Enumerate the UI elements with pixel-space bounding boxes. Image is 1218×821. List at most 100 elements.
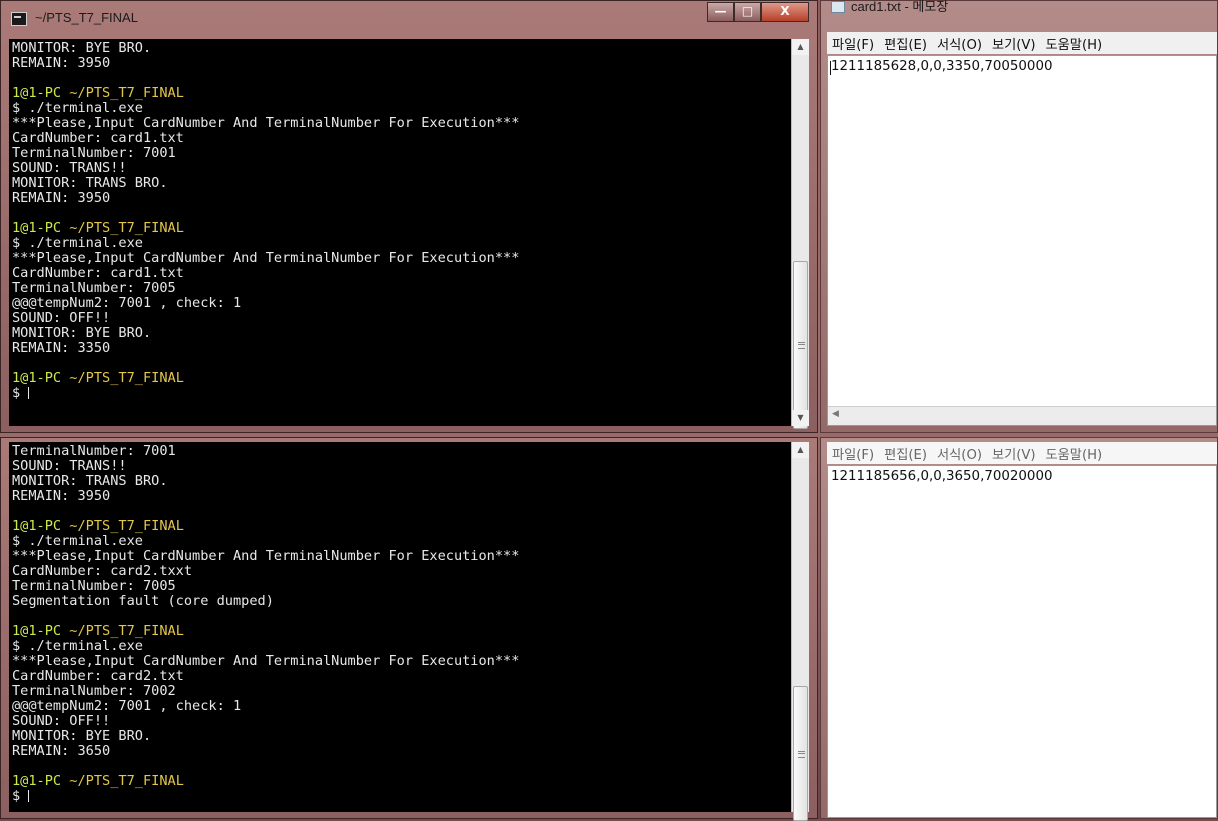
terminal-window-top[interactable]: ~/PTS_T7_FINAL — □ X MONITOR: BYE BRO. RE… [0,0,818,433]
scroll-left-arrow-icon[interactable]: ◀ [832,409,839,419]
menu-format[interactable]: 서식(O) [932,34,987,53]
window-title: ~/PTS_T7_FINAL [35,10,138,25]
notepad-window-top[interactable]: card1.txt - 메모장 파일(F) 편집(E) 서식(O) 보기(V) … [820,0,1218,433]
prompt-path: ~/PTS_T7_FINAL [69,773,184,789]
output-line: $ ./terminal.exe [12,533,143,549]
output-line: ***Please,Input CardNumber And TerminalN… [12,115,520,131]
menu-edit[interactable]: 편집(E) [879,34,932,53]
prompt-user: 1@1-PC [12,220,62,236]
command-input-line[interactable]: $ [12,386,791,401]
prompt-user: 1@1-PC [12,85,62,101]
text-editor[interactable]: 1211185628,0,0,3350,70050000 ◀ [827,55,1217,426]
menu-format[interactable]: 서식(O) [932,444,987,463]
terminal-titlebar[interactable]: ~/PTS_T7_FINAL — □ X [1,1,817,39]
output-line: Segmentation fault (core dumped) [12,593,274,609]
file-content: 1211185628,0,0,3350,70050000 [831,59,1053,74]
output-line: ***Please,Input CardNumber And TerminalN… [12,250,520,266]
vertical-scrollbar[interactable]: ▲ ▼ [791,39,809,429]
shell-prompt: 1@1-PC ~/PTS_T7_FINAL [12,774,791,789]
menu-file[interactable]: 파일(F) [827,444,879,463]
close-button[interactable]: X [761,2,809,22]
menu-edit[interactable]: 편집(E) [879,444,932,463]
prompt-path: ~/PTS_T7_FINAL [69,518,184,534]
output-line: TerminalNumber: 7001 [12,145,176,161]
notepad-window-bottom[interactable]: 파일(F) 편집(E) 서식(O) 보기(V) 도움말(H) 121118565… [820,437,1218,819]
output-line: REMAIN: 3650 [12,743,111,759]
output-line: @@@tempNum2: 7001 , check: 1 [12,698,242,714]
output-line: SOUND: OFF!! [12,310,111,326]
shell-prompt: 1@1-PC ~/PTS_T7_FINAL [12,624,791,639]
shell-prompt: 1@1-PC ~/PTS_T7_FINAL [12,519,791,534]
menu-view[interactable]: 보기(V) [987,444,1041,463]
prompt-user: 1@1-PC [12,370,62,386]
terminal-window-bottom[interactable]: TerminalNumber: 7001 SOUND: TRANS!! MONITO… [0,437,818,821]
output-line: $ ./terminal.exe [12,638,143,654]
terminal-app-icon[interactable] [11,12,27,26]
output-line: TerminalNumber: 7005 [12,280,176,296]
terminal-console[interactable]: MONITOR: BYE BRO. REMAIN: 3950 1@1-PC ~/PT… [9,39,791,426]
scrollbar-thumb[interactable] [793,261,808,429]
command-input-line[interactable]: $ [12,789,791,804]
output-line: ***Please,Input CardNumber And TerminalN… [12,653,520,669]
text-cursor [28,387,30,399]
output-line: CardNumber: card2.txt [12,668,184,684]
output-line: CardNumber: card2.txxt [12,563,193,579]
shell-prompt: 1@1-PC ~/PTS_T7_FINAL [12,86,791,101]
output-line: SOUND: OFF!! [12,713,111,729]
menu-view[interactable]: 보기(V) [987,34,1041,53]
menu-bar: 파일(F) 편집(E) 서식(O) 보기(V) 도움말(H) [827,442,1217,464]
output-line: REMAIN: 3950 [12,55,111,71]
prompt-path: ~/PTS_T7_FINAL [69,370,184,386]
prompt-path: ~/PTS_T7_FINAL [69,220,184,236]
prompt-user: 1@1-PC [12,518,62,534]
file-content: 1211185656,0,0,3650,70020000 [831,469,1053,484]
output-line: SOUND: TRANS!! [12,160,127,176]
output-line: TerminalNumber: 7002 [12,683,176,699]
output-line: SOUND: TRANS!! [12,458,127,474]
prompt-user: 1@1-PC [12,773,62,789]
prompt-user: 1@1-PC [12,623,62,639]
vertical-scrollbar[interactable]: ▲ [791,442,809,821]
output-line: @@@tempNum2: 7001 , check: 1 [12,295,242,311]
output-line: ***Please,Input CardNumber And TerminalN… [12,548,520,564]
notepad-app-icon [831,1,845,13]
terminal-console[interactable]: TerminalNumber: 7001 SOUND: TRANS!! MONITO… [9,442,791,812]
scroll-down-arrow-icon[interactable]: ▼ [792,410,809,426]
minimize-button[interactable]: — [707,2,734,22]
output-line: $ ./terminal.exe [12,235,143,251]
window-title: card1.txt - 메모장 [851,0,949,14]
output-line: REMAIN: 3350 [12,340,111,356]
output-line: CardNumber: card1.txt [12,130,184,146]
output-line: REMAIN: 3950 [12,488,111,504]
output-line: TerminalNumber: 7001 [12,443,176,459]
output-line: MONITOR: BYE BRO. [12,728,152,744]
horizontal-scrollbar[interactable]: ◀ [828,406,1216,425]
menu-file[interactable]: 파일(F) [827,34,879,53]
prompt-path: ~/PTS_T7_FINAL [69,623,184,639]
terminal-output: MONITOR: BYE BRO. REMAIN: 3950 1@1-PC ~/PT… [12,41,791,401]
output-line: MONITOR: BYE BRO. [12,325,152,341]
shell-prompt: 1@1-PC ~/PTS_T7_FINAL [12,371,791,386]
scroll-up-arrow-icon[interactable]: ▲ [792,39,809,55]
maximize-button[interactable]: □ [734,2,761,22]
window-controls: — □ X [707,2,809,22]
text-cursor [28,790,30,802]
prompt-path: ~/PTS_T7_FINAL [69,85,184,101]
text-editor[interactable]: 1211185656,0,0,3650,70020000 [827,465,1217,818]
output-line: CardNumber: card1.txt [12,265,184,281]
output-line: TerminalNumber: 7005 [12,578,176,594]
scrollbar-thumb[interactable] [793,686,808,821]
menu-bar: 파일(F) 편집(E) 서식(O) 보기(V) 도움말(H) [827,32,1217,54]
output-line: $ ./terminal.exe [12,100,143,116]
menu-help[interactable]: 도움말(H) [1041,444,1108,463]
output-line: MONITOR: BYE BRO. [12,40,152,56]
scroll-up-arrow-icon[interactable]: ▲ [792,442,809,458]
menu-help[interactable]: 도움말(H) [1041,34,1108,53]
shell-prompt: 1@1-PC ~/PTS_T7_FINAL [12,221,791,236]
